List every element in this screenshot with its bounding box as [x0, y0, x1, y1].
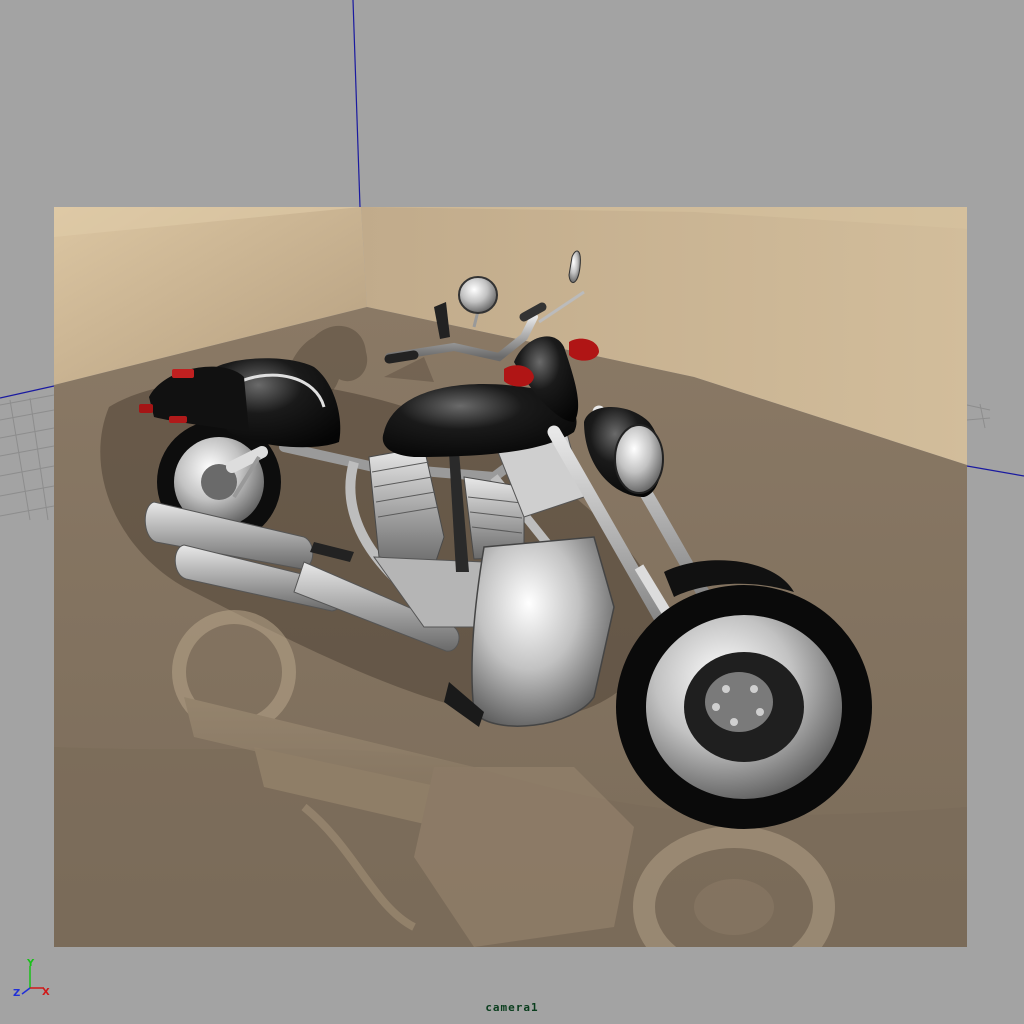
- camera-name-label: camera1: [485, 1001, 539, 1014]
- axis-x-label: X: [42, 987, 50, 998]
- world-axis-vertical: [352, 0, 361, 208]
- scene-render: [54, 207, 967, 947]
- viewport-3d[interactable]: Y X Z camera1: [0, 0, 1024, 1024]
- axis-y-label: Y: [26, 958, 35, 969]
- axis-z-label: Z: [13, 988, 20, 999]
- render-region[interactable]: [54, 207, 967, 947]
- world-axis-horizontal-right: [966, 465, 1024, 477]
- axis-orientation-gizmo: Y X Z: [8, 956, 58, 1002]
